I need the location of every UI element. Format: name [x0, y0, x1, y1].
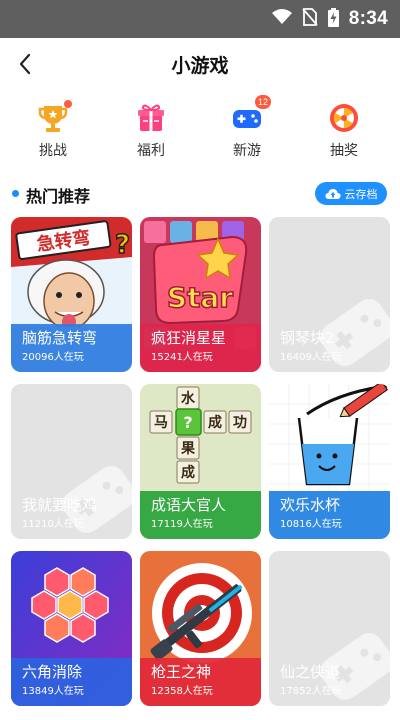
player-count: 13849人在玩 — [22, 686, 84, 697]
word-tile: 成 — [181, 464, 195, 481]
game-banner-text: Star — [167, 281, 233, 314]
category-label: 福利 — [137, 143, 165, 159]
category-challenge[interactable]: 挑战 — [18, 96, 88, 164]
cloud-save-label: 云存档 — [344, 187, 378, 201]
word-tile: ? — [183, 413, 192, 432]
section-dot — [12, 190, 19, 197]
word-tile: 水 — [181, 390, 196, 407]
section-title: 热门推荐 — [26, 187, 91, 206]
category-label: 抽奖 — [330, 143, 358, 159]
hot-recommend-header: 热门推荐 云存档 — [0, 178, 400, 210]
new-count-badge: 12 — [254, 95, 271, 109]
player-count: 10816人在玩 — [280, 519, 342, 530]
player-count: 15241人在玩 — [151, 352, 213, 363]
game-card[interactable]: 欢乐水杯 10816人在玩 — [269, 384, 390, 539]
category-label: 新游 — [233, 143, 261, 159]
game-card[interactable]: Star 疯狂消星星 15241人在玩 — [140, 217, 261, 372]
clock-time: 8:34 — [348, 8, 388, 29]
game-title: 成语大官人 — [151, 496, 227, 514]
game-card[interactable]: 枪王之神 12358人在玩 — [140, 551, 261, 706]
cloud-save-button[interactable]: 云存档 — [315, 182, 387, 205]
category-label: 挑战 — [39, 143, 67, 159]
game-title: 六角消除 — [22, 663, 83, 681]
word-tile: 功 — [233, 415, 247, 431]
word-tile: 成 — [208, 414, 222, 431]
game-card[interactable]: 急转弯 ? 脑筋急转弯 20096人在玩 — [11, 217, 132, 372]
player-count: 17852人在玩 — [280, 686, 342, 697]
battery-charging-icon — [327, 7, 339, 31]
game-card[interactable]: 钢琴块2 16409人在玩 — [269, 217, 390, 372]
category-new-games[interactable]: 12 新游 — [212, 95, 282, 164]
player-count: 11210人在玩 — [22, 519, 84, 530]
game-title: 仙之侠道 — [280, 663, 341, 681]
game-card[interactable]: 仙之侠道 17852人在玩 — [269, 551, 390, 706]
player-count: 20096人在玩 — [22, 352, 84, 363]
category-shortcuts: 挑战 福利 12 新游 抽奖 — [0, 95, 400, 164]
game-card[interactable]: 我就要吃鸡 11210人在玩 — [11, 384, 132, 539]
cloud-upload-icon — [324, 188, 341, 199]
page-title: 小游戏 — [171, 55, 229, 77]
player-count: 17119人在玩 — [151, 519, 213, 530]
word-tile: 马 — [154, 415, 168, 431]
gift-icon — [135, 102, 167, 134]
trophy-icon — [37, 100, 72, 134]
category-lottery[interactable]: 抽奖 — [309, 96, 379, 164]
game-title: 钢琴块2 — [280, 329, 335, 347]
svg-text:?: ? — [115, 230, 130, 260]
no-sim-icon — [302, 8, 318, 30]
category-welfare[interactable]: 福利 — [116, 96, 186, 164]
game-title: 疯狂消星星 — [151, 329, 227, 347]
gamepad-icon: 12 — [231, 95, 271, 134]
player-count: 12358人在玩 — [151, 686, 213, 697]
game-card[interactable]: 水 马 ? 成 功 果 成 成语大官人 17119人在玩 — [140, 384, 261, 539]
mini-games-page: 8:34 小游戏 挑战 福利 12 新游 抽奖 热门推荐 云存档 急转弯 ? 脑… — [0, 0, 400, 720]
game-title: 我就要吃鸡 — [22, 496, 98, 514]
notification-dot — [64, 100, 72, 108]
status-bar: 8:34 — [0, 0, 400, 38]
game-title: 脑筋急转弯 — [22, 329, 98, 347]
word-tile: 果 — [180, 441, 196, 457]
game-title: 欢乐水杯 — [280, 496, 341, 514]
lottery-wheel-icon — [328, 102, 360, 134]
game-title: 枪王之神 — [151, 663, 212, 681]
wifi-icon — [271, 9, 292, 29]
game-card[interactable]: 六角消除 13849人在玩 — [11, 551, 132, 706]
top-app-bar: 小游戏 — [0, 38, 400, 90]
player-count: 16409人在玩 — [280, 352, 342, 363]
